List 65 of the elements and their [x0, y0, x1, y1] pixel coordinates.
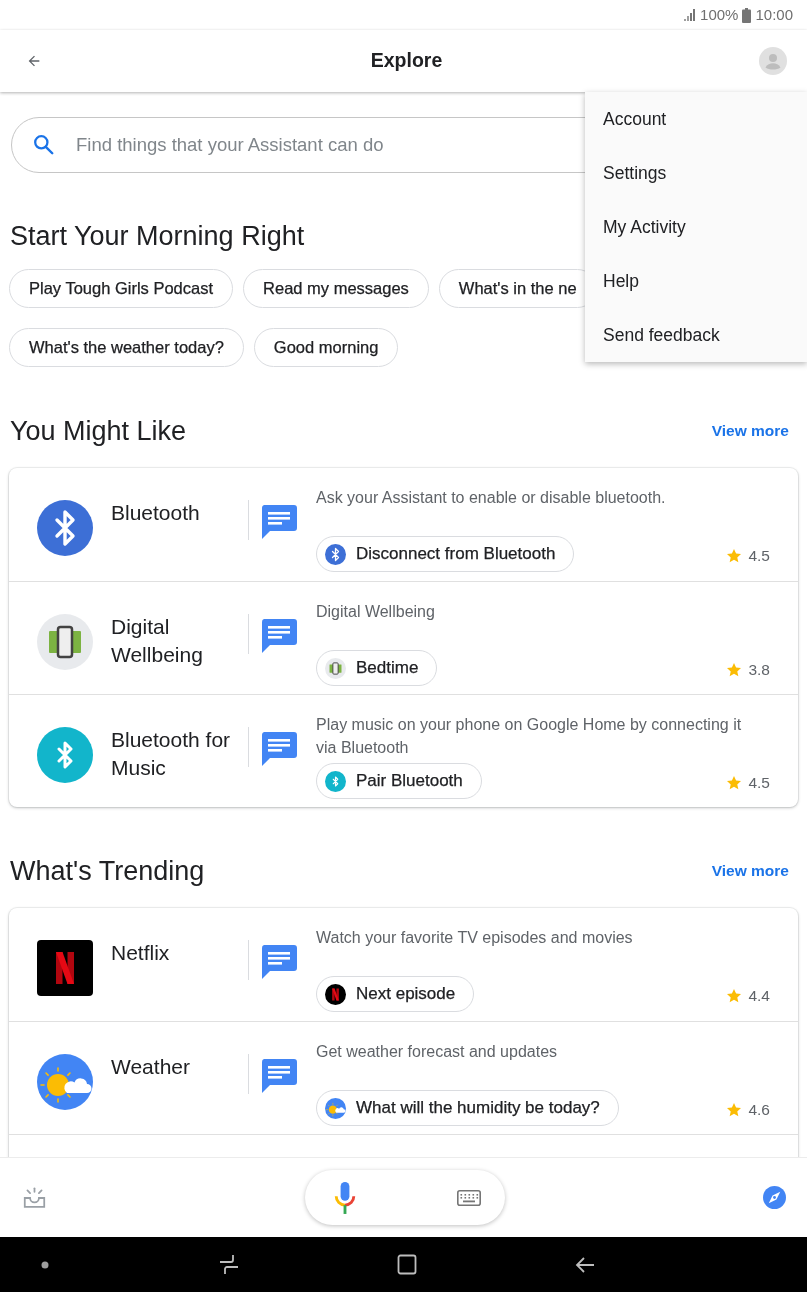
app-description: Get weather forecast and updates	[316, 1042, 559, 1062]
star-icon	[726, 662, 743, 678]
app-description: Watch your favorite TV episodes and movies	[316, 928, 634, 948]
dot-icon[interactable]	[40, 1259, 50, 1270]
chat-icon	[261, 732, 297, 766]
suggestion-chip[interactable]: What's the weather today?	[9, 328, 244, 367]
query-chip[interactable]: Next episode	[316, 976, 475, 1012]
app-description: Play music on your phone on Google Home by connecting it via Bluetooth	[316, 715, 743, 758]
signal-icon	[684, 9, 697, 21]
battery-percent: 100%	[700, 4, 739, 25]
home-icon[interactable]	[397, 1254, 417, 1275]
query-chip[interactable]: Disconnect from Bluetooth	[316, 536, 575, 572]
suggestion-chip[interactable]: Read my messages	[243, 269, 429, 308]
bluetooth-icon	[37, 500, 93, 556]
bluetooth-icon	[37, 727, 93, 783]
star-icon	[726, 988, 743, 1004]
section-title: Start Your Morning Right	[10, 220, 305, 253]
rating-value: 4.4	[748, 986, 770, 1007]
chat-icon	[261, 1059, 297, 1093]
bluetooth-icon	[325, 543, 346, 565]
page-title: Explore	[370, 48, 443, 74]
sun-cloud-icon	[325, 1097, 346, 1119]
recents-icon[interactable]	[219, 1254, 239, 1275]
app-name: Digital Wellbeing	[111, 614, 204, 668]
app-description: Ask your Assistant to enable or disable bluetooth.	[316, 488, 667, 508]
query-chip[interactable]: Bedtime	[316, 650, 438, 686]
star-icon	[726, 1102, 743, 1118]
query-chip[interactable]: Pair Bluetooth	[316, 763, 482, 799]
app-name: Bluetooth for Music	[111, 727, 232, 781]
phone-icon	[325, 657, 346, 679]
n-logo-icon	[325, 983, 346, 1005]
star-icon	[726, 775, 743, 791]
keyboard-icon[interactable]	[456, 1189, 481, 1206]
back-icon[interactable]	[575, 1254, 595, 1275]
query-chip[interactable]: What will the humidity be today?	[316, 1090, 619, 1126]
rating-value: 3.8	[748, 660, 770, 681]
menu-item[interactable]: Send feedback	[585, 308, 807, 362]
chat-icon	[261, 619, 297, 653]
app-name: Weather	[111, 1054, 191, 1080]
rating-value: 4.5	[748, 773, 770, 794]
app-description: Digital Wellbeing	[316, 602, 436, 622]
app-name: Bluetooth	[111, 500, 201, 526]
section-title: What's Trending	[10, 855, 205, 888]
compass-icon[interactable]	[763, 1186, 786, 1209]
suggestion-chip[interactable]: Good morning	[253, 328, 399, 367]
n-logo-icon	[37, 940, 93, 996]
clock-time: 10:00	[755, 4, 793, 25]
suggestion-chip[interactable]: Play Tough Girls Podcast	[9, 269, 234, 308]
search-icon	[33, 134, 54, 155]
rating-value: 4.6	[748, 1100, 770, 1121]
chat-icon	[261, 505, 297, 539]
chat-icon	[261, 945, 297, 979]
battery-icon	[742, 7, 752, 23]
tray-icon[interactable]	[23, 1186, 46, 1209]
app-name: Netflix	[111, 940, 171, 966]
star-icon	[726, 548, 743, 564]
view-more-link[interactable]: View more	[711, 859, 789, 883]
sun-cloud-icon	[37, 1054, 93, 1110]
bluetooth-icon	[325, 770, 346, 792]
phone-icon	[37, 614, 93, 670]
section-title: You Might Like	[10, 415, 187, 448]
menu-item[interactable]: My Activity	[585, 200, 807, 254]
mic-icon[interactable]	[333, 1181, 356, 1214]
rating-value: 4.5	[748, 546, 770, 567]
view-more-link[interactable]: View more	[711, 419, 789, 443]
